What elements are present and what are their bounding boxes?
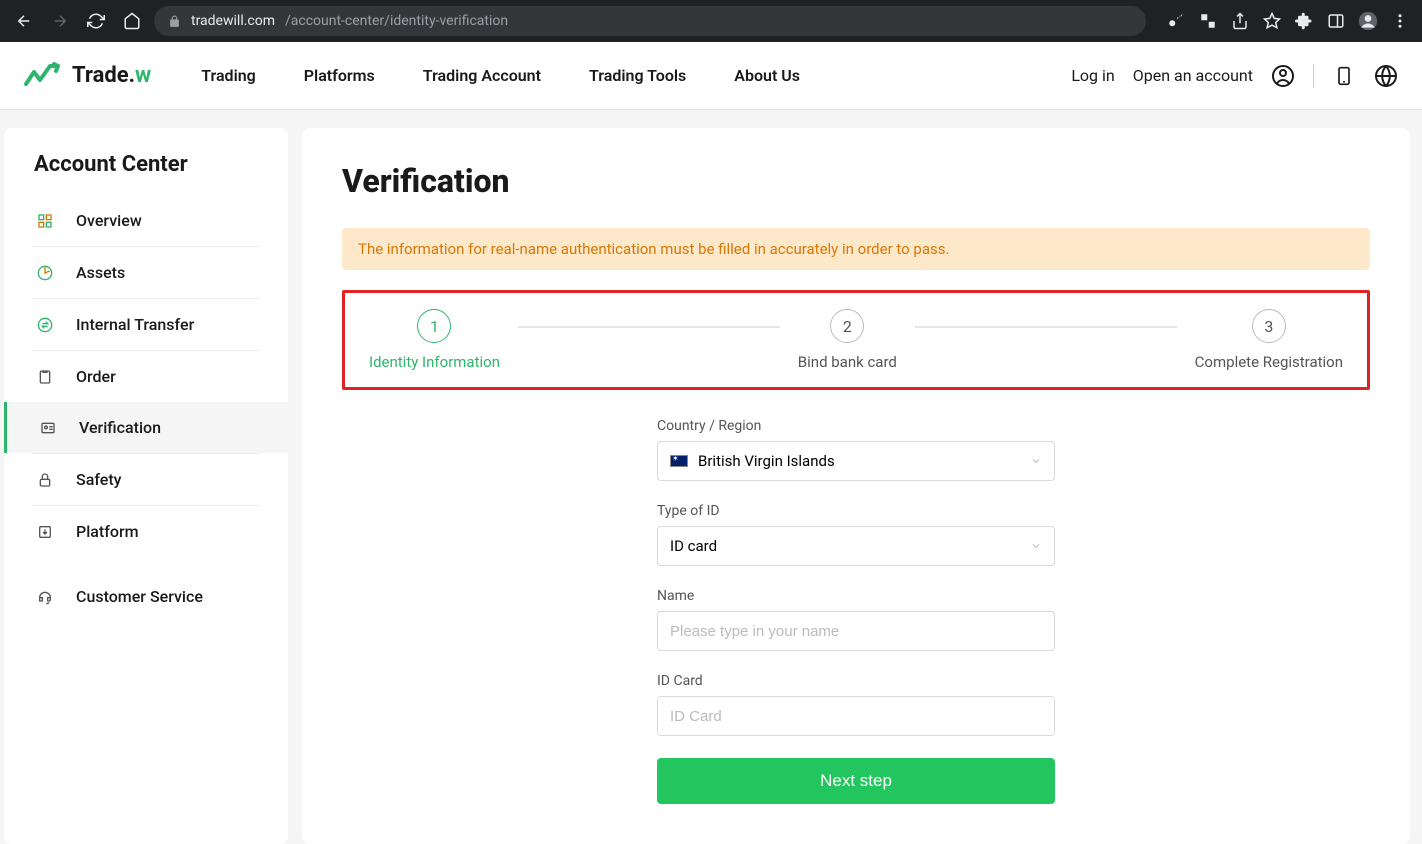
profile-icon[interactable]	[1356, 9, 1380, 33]
sidebar-item-label: Assets	[76, 263, 125, 282]
login-link[interactable]: Log in	[1071, 66, 1114, 85]
step-1: 1 Identity Information	[369, 309, 500, 371]
step-number: 2	[830, 309, 864, 343]
step-label: Identity Information	[369, 353, 500, 371]
step-line	[518, 326, 780, 328]
pie-icon	[36, 264, 54, 282]
step-2: 2 Bind bank card	[798, 309, 897, 371]
name-input[interactable]	[670, 612, 1042, 650]
sidebar-item-label: Verification	[79, 418, 161, 437]
sidebar-item-label: Order	[76, 367, 116, 386]
step-label: Bind bank card	[798, 353, 897, 371]
country-select[interactable]: British Virgin Islands	[657, 441, 1055, 481]
menu-icon[interactable]	[1388, 9, 1412, 33]
field-idcard: ID Card	[657, 673, 1055, 736]
sidebar-item-label: Platform	[76, 522, 139, 541]
globe-icon[interactable]	[1374, 64, 1398, 88]
idcard-input-wrap	[657, 696, 1055, 736]
nav-trading-tools[interactable]: Trading Tools	[589, 66, 686, 85]
select-value: ID card	[670, 537, 717, 555]
step-number: 1	[417, 309, 451, 343]
alert-banner: The information for real-name authentica…	[342, 228, 1370, 270]
panel-icon[interactable]	[1324, 9, 1348, 33]
forward-button[interactable]	[46, 7, 74, 35]
site-header: Trade.w Trading Platforms Trading Accoun…	[0, 42, 1422, 110]
chrome-right-icons	[1164, 9, 1412, 33]
lock-icon	[36, 471, 54, 489]
headset-icon	[36, 588, 54, 606]
transfer-icon	[36, 316, 54, 334]
sidebar-item-safety[interactable]: Safety	[32, 453, 260, 505]
sidebar-item-label: Safety	[76, 470, 122, 489]
chevron-down-icon	[1030, 455, 1042, 467]
back-button[interactable]	[10, 7, 38, 35]
translate-icon[interactable]	[1196, 9, 1220, 33]
sidebar-menu: Overview Assets Internal Transfer Order …	[4, 195, 288, 622]
sidebar-item-overview[interactable]: Overview	[32, 195, 260, 246]
grid-icon	[36, 212, 54, 230]
step-3: 3 Complete Registration	[1195, 309, 1343, 371]
header-divider	[1313, 64, 1314, 88]
mobile-icon[interactable]	[1332, 64, 1356, 88]
sidebar-title: Account Center	[4, 152, 288, 183]
sidebar-item-platform[interactable]: Platform	[32, 505, 260, 557]
verification-form: Country / Region British Virgin Islands …	[657, 418, 1055, 804]
open-account-link[interactable]: Open an account	[1133, 66, 1253, 85]
sidebar-item-internal-transfer[interactable]: Internal Transfer	[32, 298, 260, 350]
step-line	[915, 326, 1177, 328]
url-host: tradewill.com	[191, 13, 275, 29]
sidebar-item-label: Customer Service	[76, 587, 203, 606]
field-name: Name	[657, 588, 1055, 651]
chevron-down-icon	[1030, 540, 1042, 552]
url-bar[interactable]: tradewill.com/account-center/identity-ve…	[154, 6, 1146, 36]
key-icon[interactable]	[1164, 9, 1188, 33]
account-icon[interactable]	[1271, 64, 1295, 88]
sidebar-item-customer-service[interactable]: Customer Service	[32, 571, 260, 622]
idtype-select[interactable]: ID card	[657, 526, 1055, 566]
order-icon	[36, 368, 54, 386]
download-icon	[36, 523, 54, 541]
nav-platforms[interactable]: Platforms	[304, 66, 375, 85]
steps-highlighted-frame: 1 Identity Information 2 Bind bank card …	[342, 290, 1370, 390]
page-title: Verification	[342, 162, 1370, 200]
share-icon[interactable]	[1228, 9, 1252, 33]
main-nav: Trading Platforms Trading Account Tradin…	[201, 66, 800, 85]
url-path: /account-center/identity-verification	[285, 13, 508, 29]
nav-trading-account[interactable]: Trading Account	[423, 66, 541, 85]
main-layout: Account Center Overview Assets Internal …	[0, 110, 1422, 844]
sidebar-item-assets[interactable]: Assets	[32, 246, 260, 298]
step-label: Complete Registration	[1195, 353, 1343, 371]
extensions-icon[interactable]	[1292, 9, 1316, 33]
select-value: British Virgin Islands	[698, 452, 835, 470]
name-input-wrap	[657, 611, 1055, 651]
nav-trading[interactable]: Trading	[201, 66, 256, 85]
reload-button[interactable]	[82, 7, 110, 35]
browser-chrome: tradewill.com/account-center/identity-ve…	[0, 0, 1422, 42]
nav-about-us[interactable]: About Us	[734, 66, 800, 85]
sidebar-item-order[interactable]: Order	[32, 350, 260, 402]
header-right: Log in Open an account	[1071, 64, 1398, 88]
sidebar-item-verification[interactable]: Verification	[4, 402, 288, 453]
field-label: Name	[657, 588, 1055, 604]
id-icon	[39, 419, 57, 437]
flag-icon	[670, 455, 688, 467]
field-idtype: Type of ID ID card	[657, 503, 1055, 566]
logo-text: Trade.w	[72, 63, 151, 88]
next-step-button[interactable]: Next step	[657, 758, 1055, 804]
lock-icon	[168, 15, 181, 28]
sidebar-item-label: Overview	[76, 211, 142, 230]
field-label: Type of ID	[657, 503, 1055, 519]
step-number: 3	[1252, 309, 1286, 343]
content: Verification The information for real-na…	[302, 128, 1410, 844]
idcard-input[interactable]	[670, 697, 1042, 735]
home-button[interactable]	[118, 7, 146, 35]
sidebar-item-label: Internal Transfer	[76, 315, 194, 334]
sidebar: Account Center Overview Assets Internal …	[4, 128, 288, 844]
field-label: ID Card	[657, 673, 1055, 689]
logo-mark-icon	[24, 62, 66, 90]
logo[interactable]: Trade.w	[24, 62, 151, 90]
star-icon[interactable]	[1260, 9, 1284, 33]
field-country: Country / Region British Virgin Islands	[657, 418, 1055, 481]
field-label: Country / Region	[657, 418, 1055, 434]
